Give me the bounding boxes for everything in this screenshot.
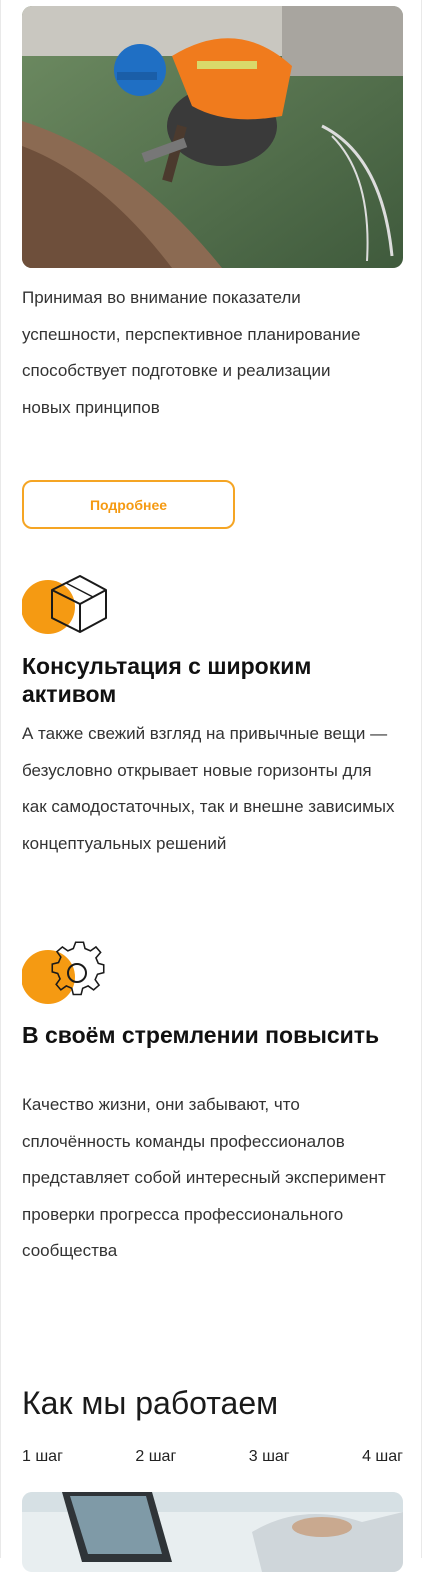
feature-text: Качество жизни, они забывают, что сплочё…: [22, 1095, 386, 1261]
tab-step-3[interactable]: 3 шаг: [249, 1448, 290, 1466]
process-image: [22, 1492, 403, 1572]
box-icon: [21, 570, 110, 636]
tab-step-2[interactable]: 2 шаг: [135, 1448, 176, 1466]
feature-text: А также свежий взгляд на привычные вещи …: [22, 724, 395, 853]
tab-step-4[interactable]: 4 шаг: [362, 1448, 403, 1466]
feature-title: В своём стремлении повысить: [22, 1022, 380, 1048]
feature-title: Консультация с широким активом: [22, 653, 312, 707]
tab-step-1[interactable]: 1 шаг: [22, 1448, 63, 1466]
hero-image: [22, 6, 403, 268]
intro-text: Принимая во внимание показатели успешнос…: [22, 288, 361, 417]
more-button[interactable]: Подробнее: [22, 480, 235, 529]
gear-icon: [21, 940, 110, 1006]
steps-tabs: 1 шаг 2 шаг 3 шаг 4 шаг: [22, 1448, 403, 1466]
section-title: Как мы работаем: [22, 1385, 279, 1421]
